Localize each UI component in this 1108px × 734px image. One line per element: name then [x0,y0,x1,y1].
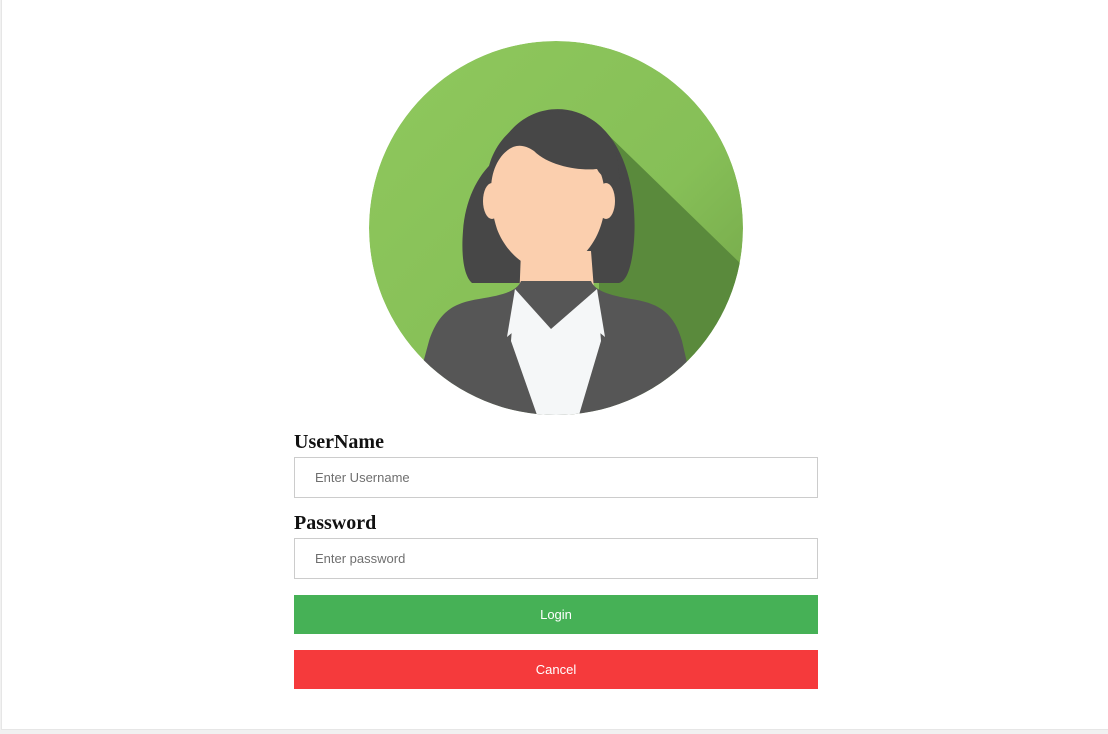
username-input[interactable] [294,457,818,498]
login-card: UserName Password Login Cancel [1,0,1108,730]
login-form: UserName Password Login Cancel [294,428,818,689]
login-button[interactable]: Login [294,595,818,634]
password-input[interactable] [294,538,818,579]
female-user-avatar-icon [369,41,743,415]
username-label: UserName [294,431,384,453]
cancel-button[interactable]: Cancel [294,650,818,689]
password-label: Password [294,512,377,534]
avatar [369,41,743,415]
